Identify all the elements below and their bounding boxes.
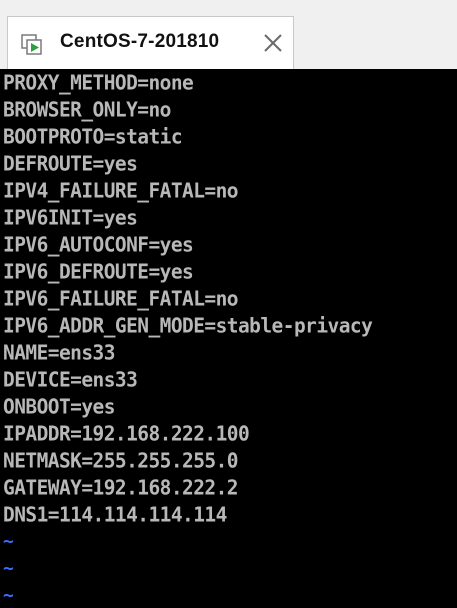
console-line: ONBOOT=yes	[3, 394, 115, 419]
console-line: IPV6_AUTOCONF=yes	[3, 232, 194, 257]
console-line: IPV6_DEFROUTE=yes	[3, 259, 194, 284]
tab-title: CentOS-7-201810	[60, 31, 220, 52]
tab-vm[interactable]: CentOS-7-201810	[7, 16, 294, 69]
console-line: NETMASK=255.255.255.0	[3, 448, 239, 473]
vm-console[interactable]: PROXY_METHOD=none BROWSER_ONLY=no BOOTPR…	[0, 69, 457, 608]
console-line: DNS1=114.114.114.114	[3, 502, 227, 527]
console-text: PROXY_METHOD=none BROWSER_ONLY=no BOOTPR…	[3, 69, 373, 608]
console-line: NAME=ens33	[3, 340, 115, 365]
empty-line-marker: ~	[3, 585, 14, 606]
close-icon[interactable]	[262, 32, 284, 54]
console-line: IPV6_FAILURE_FATAL=no	[3, 286, 239, 311]
console-line: IPADDR=192.168.222.100	[3, 421, 250, 446]
console-line: BROWSER_ONLY=no	[3, 97, 171, 122]
console-line: DEFROUTE=yes	[3, 151, 138, 176]
console-line: IPV4_FAILURE_FATAL=no	[3, 178, 239, 203]
tab-strip: CentOS-7-201810	[0, 0, 457, 69]
console-line: GATEWAY=192.168.222.2	[3, 475, 239, 500]
empty-line-marker: ~	[3, 558, 14, 579]
empty-line-marker: ~	[3, 531, 14, 552]
console-line: DEVICE=ens33	[3, 367, 138, 392]
console-line: PROXY_METHOD=none	[3, 70, 194, 95]
console-line: BOOTPROTO=static	[3, 124, 183, 149]
vm-running-icon	[21, 34, 43, 56]
console-line: IPV6INIT=yes	[3, 205, 138, 230]
console-line: IPV6_ADDR_GEN_MODE=stable-privacy	[3, 313, 373, 338]
